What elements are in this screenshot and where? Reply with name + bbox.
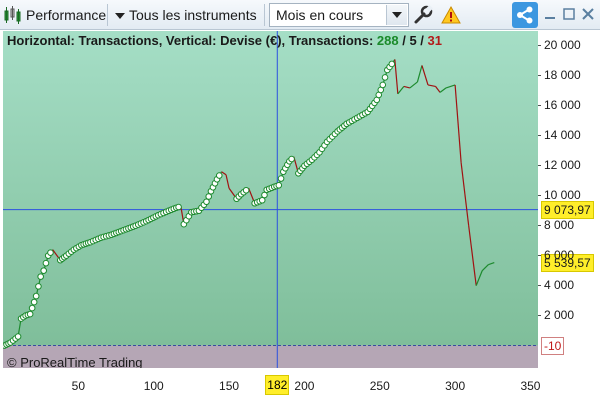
close-icon bbox=[582, 8, 594, 20]
y-tick-label: 14 000 bbox=[538, 127, 581, 142]
minimize-icon bbox=[545, 17, 555, 19]
x-tick-label: 200 bbox=[294, 379, 315, 393]
x-axis[interactable]: 182 50 100 150 200 250 300 350 bbox=[0, 368, 541, 400]
transaction-marker bbox=[175, 203, 182, 211]
period-select[interactable]: Mois en cours bbox=[269, 3, 409, 27]
transactions-losing: 31 bbox=[427, 33, 442, 48]
y-tick-label: 18 000 bbox=[538, 67, 581, 82]
y-tick-label: 8 000 bbox=[537, 217, 575, 232]
count-separator: / bbox=[398, 33, 410, 48]
y-tick-label: 12 000 bbox=[538, 157, 581, 172]
transaction-marker bbox=[30, 298, 38, 306]
wrench-icon[interactable] bbox=[412, 4, 434, 26]
y-tick-label: 6 000 bbox=[537, 247, 575, 262]
y-tick-label: 2 000 bbox=[537, 307, 575, 322]
transaction-marker bbox=[388, 60, 396, 68]
transaction-marker bbox=[28, 304, 36, 312]
count-separator: / bbox=[416, 33, 428, 48]
y-tick-label: 4 000 bbox=[537, 277, 575, 292]
transactions-neutral: 5 bbox=[409, 33, 417, 48]
transaction-marker bbox=[47, 249, 54, 256]
x-tick-label: 150 bbox=[219, 379, 240, 393]
y-tick-label: 20 000 bbox=[538, 37, 581, 52]
performance-menu-label[interactable]: Performance bbox=[26, 7, 106, 23]
crosshair-value-tag: 9 073,97 bbox=[541, 200, 594, 219]
transactions-total: 288 bbox=[376, 33, 399, 48]
maximize-button[interactable] bbox=[561, 6, 577, 22]
watermark-label: © ProRealTime Trading bbox=[7, 355, 143, 368]
close-button[interactable] bbox=[580, 6, 596, 22]
dropdown-triangle-icon bbox=[115, 13, 125, 19]
share-button[interactable] bbox=[512, 2, 538, 28]
transaction-marker bbox=[277, 175, 285, 182]
transaction-marker bbox=[242, 186, 250, 194]
performance-chart-icon[interactable] bbox=[3, 5, 23, 25]
x-tick-label: 300 bbox=[445, 379, 466, 393]
toolbar-separator bbox=[264, 4, 265, 26]
transaction-marker bbox=[26, 310, 34, 318]
warning-icon[interactable] bbox=[441, 5, 461, 25]
chart-title-prefix: Horizontal: Transactions, Vertical: Devi… bbox=[7, 33, 377, 48]
equity-chart-svg bbox=[3, 31, 538, 368]
transaction-marker bbox=[215, 172, 223, 179]
y-tick-label: 16 000 bbox=[538, 97, 581, 112]
y-tick-label: 10 000 bbox=[538, 187, 581, 202]
x-tick-label: 50 bbox=[71, 379, 86, 393]
period-select-arrow[interactable] bbox=[386, 5, 407, 25]
transaction-marker bbox=[42, 259, 50, 267]
share-icon bbox=[517, 6, 533, 24]
instruments-label: Tous les instruments bbox=[129, 7, 257, 23]
transaction-marker bbox=[379, 81, 387, 89]
drawdown-value-tag: -10 bbox=[541, 336, 565, 355]
toolbar: Performance Tous les instruments Mois en… bbox=[0, 0, 600, 30]
period-select-value: Mois en cours bbox=[276, 7, 364, 23]
y-axis[interactable]: 9 073,97 5 539,57 -10 20 000 18 000 16 000… bbox=[537, 31, 600, 400]
transaction-marker bbox=[32, 292, 40, 300]
maximize-icon bbox=[563, 8, 575, 20]
x-tick-label: 100 bbox=[143, 379, 164, 393]
crosshair-x-tag: 182 bbox=[265, 375, 290, 395]
x-tick-label: 350 bbox=[520, 379, 541, 393]
transaction-marker bbox=[381, 74, 389, 81]
transaction-marker bbox=[37, 273, 44, 280]
minimize-button[interactable] bbox=[542, 6, 558, 22]
equity-plot-area[interactable]: Horizontal: Transactions, Vertical: Devi… bbox=[3, 31, 538, 368]
transaction-marker bbox=[275, 181, 283, 189]
transaction-marker bbox=[40, 267, 47, 274]
transaction-marker bbox=[288, 155, 295, 163]
transaction-marker bbox=[14, 333, 22, 340]
transaction-marker bbox=[35, 283, 42, 290]
toolbar-separator bbox=[107, 4, 108, 26]
chevron-down-icon bbox=[392, 12, 402, 18]
chart-title: Horizontal: Transactions, Vertical: Devi… bbox=[7, 33, 442, 48]
x-tick-label: 250 bbox=[369, 379, 390, 393]
